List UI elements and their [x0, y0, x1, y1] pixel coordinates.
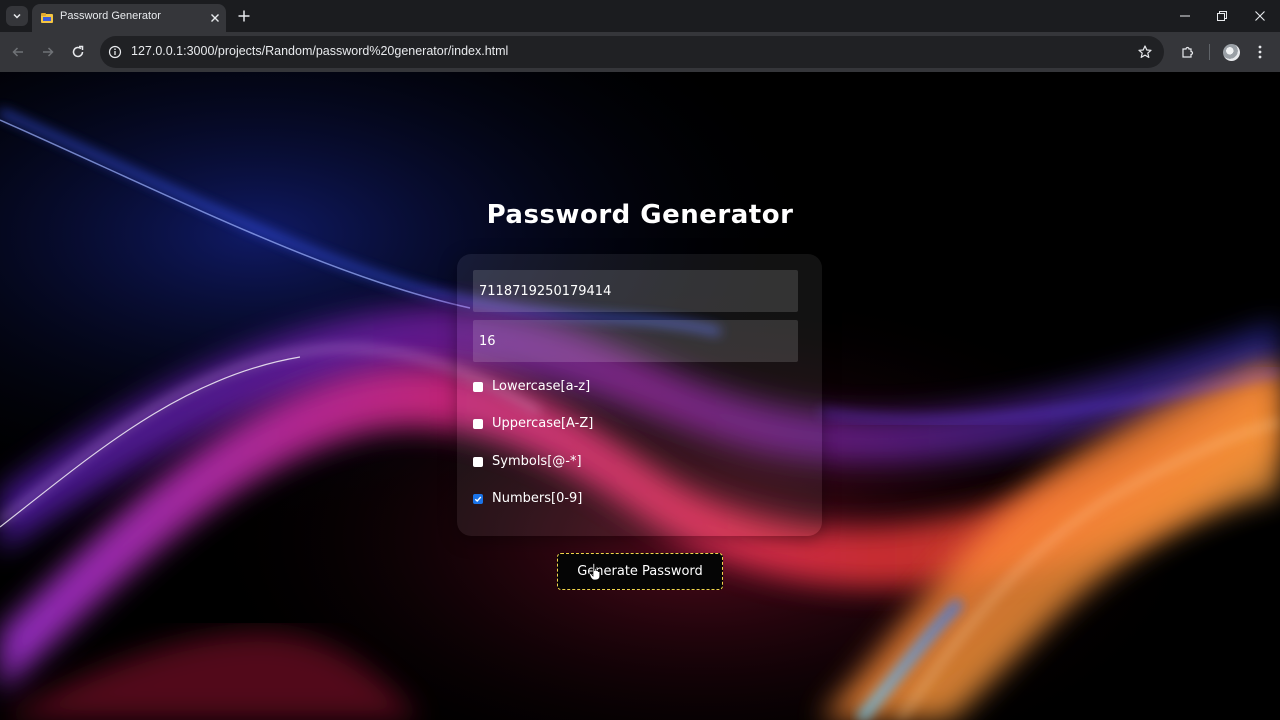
option-symbols[interactable]: Symbols[@-*]	[473, 451, 582, 471]
toolbar-divider	[1209, 44, 1210, 60]
address-bar[interactable]: 127.0.0.1:3000/projects/Random/password%…	[100, 36, 1164, 68]
close-icon[interactable]	[208, 11, 222, 25]
option-label: Numbers[0-9]	[492, 490, 583, 506]
puzzle-icon[interactable]	[1180, 44, 1196, 60]
password-output-field[interactable]	[473, 270, 798, 312]
url-text: 127.0.0.1:3000/projects/Random/password%…	[131, 44, 509, 58]
checkmark-icon	[474, 496, 482, 502]
option-label: Symbols[@-*]	[492, 453, 582, 469]
back-arrow-icon[interactable]	[10, 44, 26, 60]
page-viewport: Password Generator Lowercase[a-z] Upperc…	[0, 72, 1280, 720]
option-uppercase[interactable]: Uppercase[A-Z]	[473, 413, 593, 433]
option-lowercase[interactable]: Lowercase[a-z]	[473, 376, 590, 396]
length-input[interactable]	[473, 320, 798, 362]
star-icon[interactable]	[1137, 44, 1153, 60]
tab-search-button[interactable]	[6, 6, 28, 26]
browser-chrome: Password Generator 127.0.0.1:3000/projec…	[0, 0, 1280, 72]
option-label: Lowercase[a-z]	[492, 378, 591, 394]
restore-icon[interactable]	[1214, 8, 1230, 24]
option-label: Uppercase[A-Z]	[492, 415, 594, 431]
mouse-cursor-icon	[589, 563, 601, 581]
uppercase-checkbox[interactable]	[473, 418, 483, 429]
browser-tab[interactable]: Password Generator	[32, 4, 226, 32]
plus-icon[interactable]	[236, 8, 252, 24]
generate-password-button[interactable]: Generate Password	[557, 553, 723, 590]
chevron-down-icon	[13, 13, 21, 19]
minimize-icon[interactable]	[1177, 8, 1193, 24]
close-window-icon[interactable]	[1252, 8, 1268, 24]
forward-arrow-icon[interactable]	[40, 44, 56, 60]
numbers-checkbox[interactable]	[473, 493, 483, 504]
generator-card: Lowercase[a-z] Uppercase[A-Z] Symbols[@-…	[457, 254, 822, 536]
tab-strip: Password Generator	[0, 0, 1280, 32]
info-icon[interactable]	[108, 45, 122, 59]
tab-title: Password Generator	[60, 10, 161, 22]
browser-toolbar: 127.0.0.1:3000/projects/Random/password%…	[0, 32, 1280, 72]
page-title: Password Generator	[486, 200, 794, 230]
avatar[interactable]	[1223, 44, 1240, 61]
lowercase-checkbox[interactable]	[473, 381, 483, 392]
symbols-checkbox[interactable]	[473, 456, 483, 467]
folder-favicon-icon	[41, 13, 53, 23]
kebab-menu-icon[interactable]	[1254, 44, 1266, 60]
option-numbers[interactable]: Numbers[0-9]	[473, 488, 582, 508]
reload-icon[interactable]	[70, 44, 86, 60]
